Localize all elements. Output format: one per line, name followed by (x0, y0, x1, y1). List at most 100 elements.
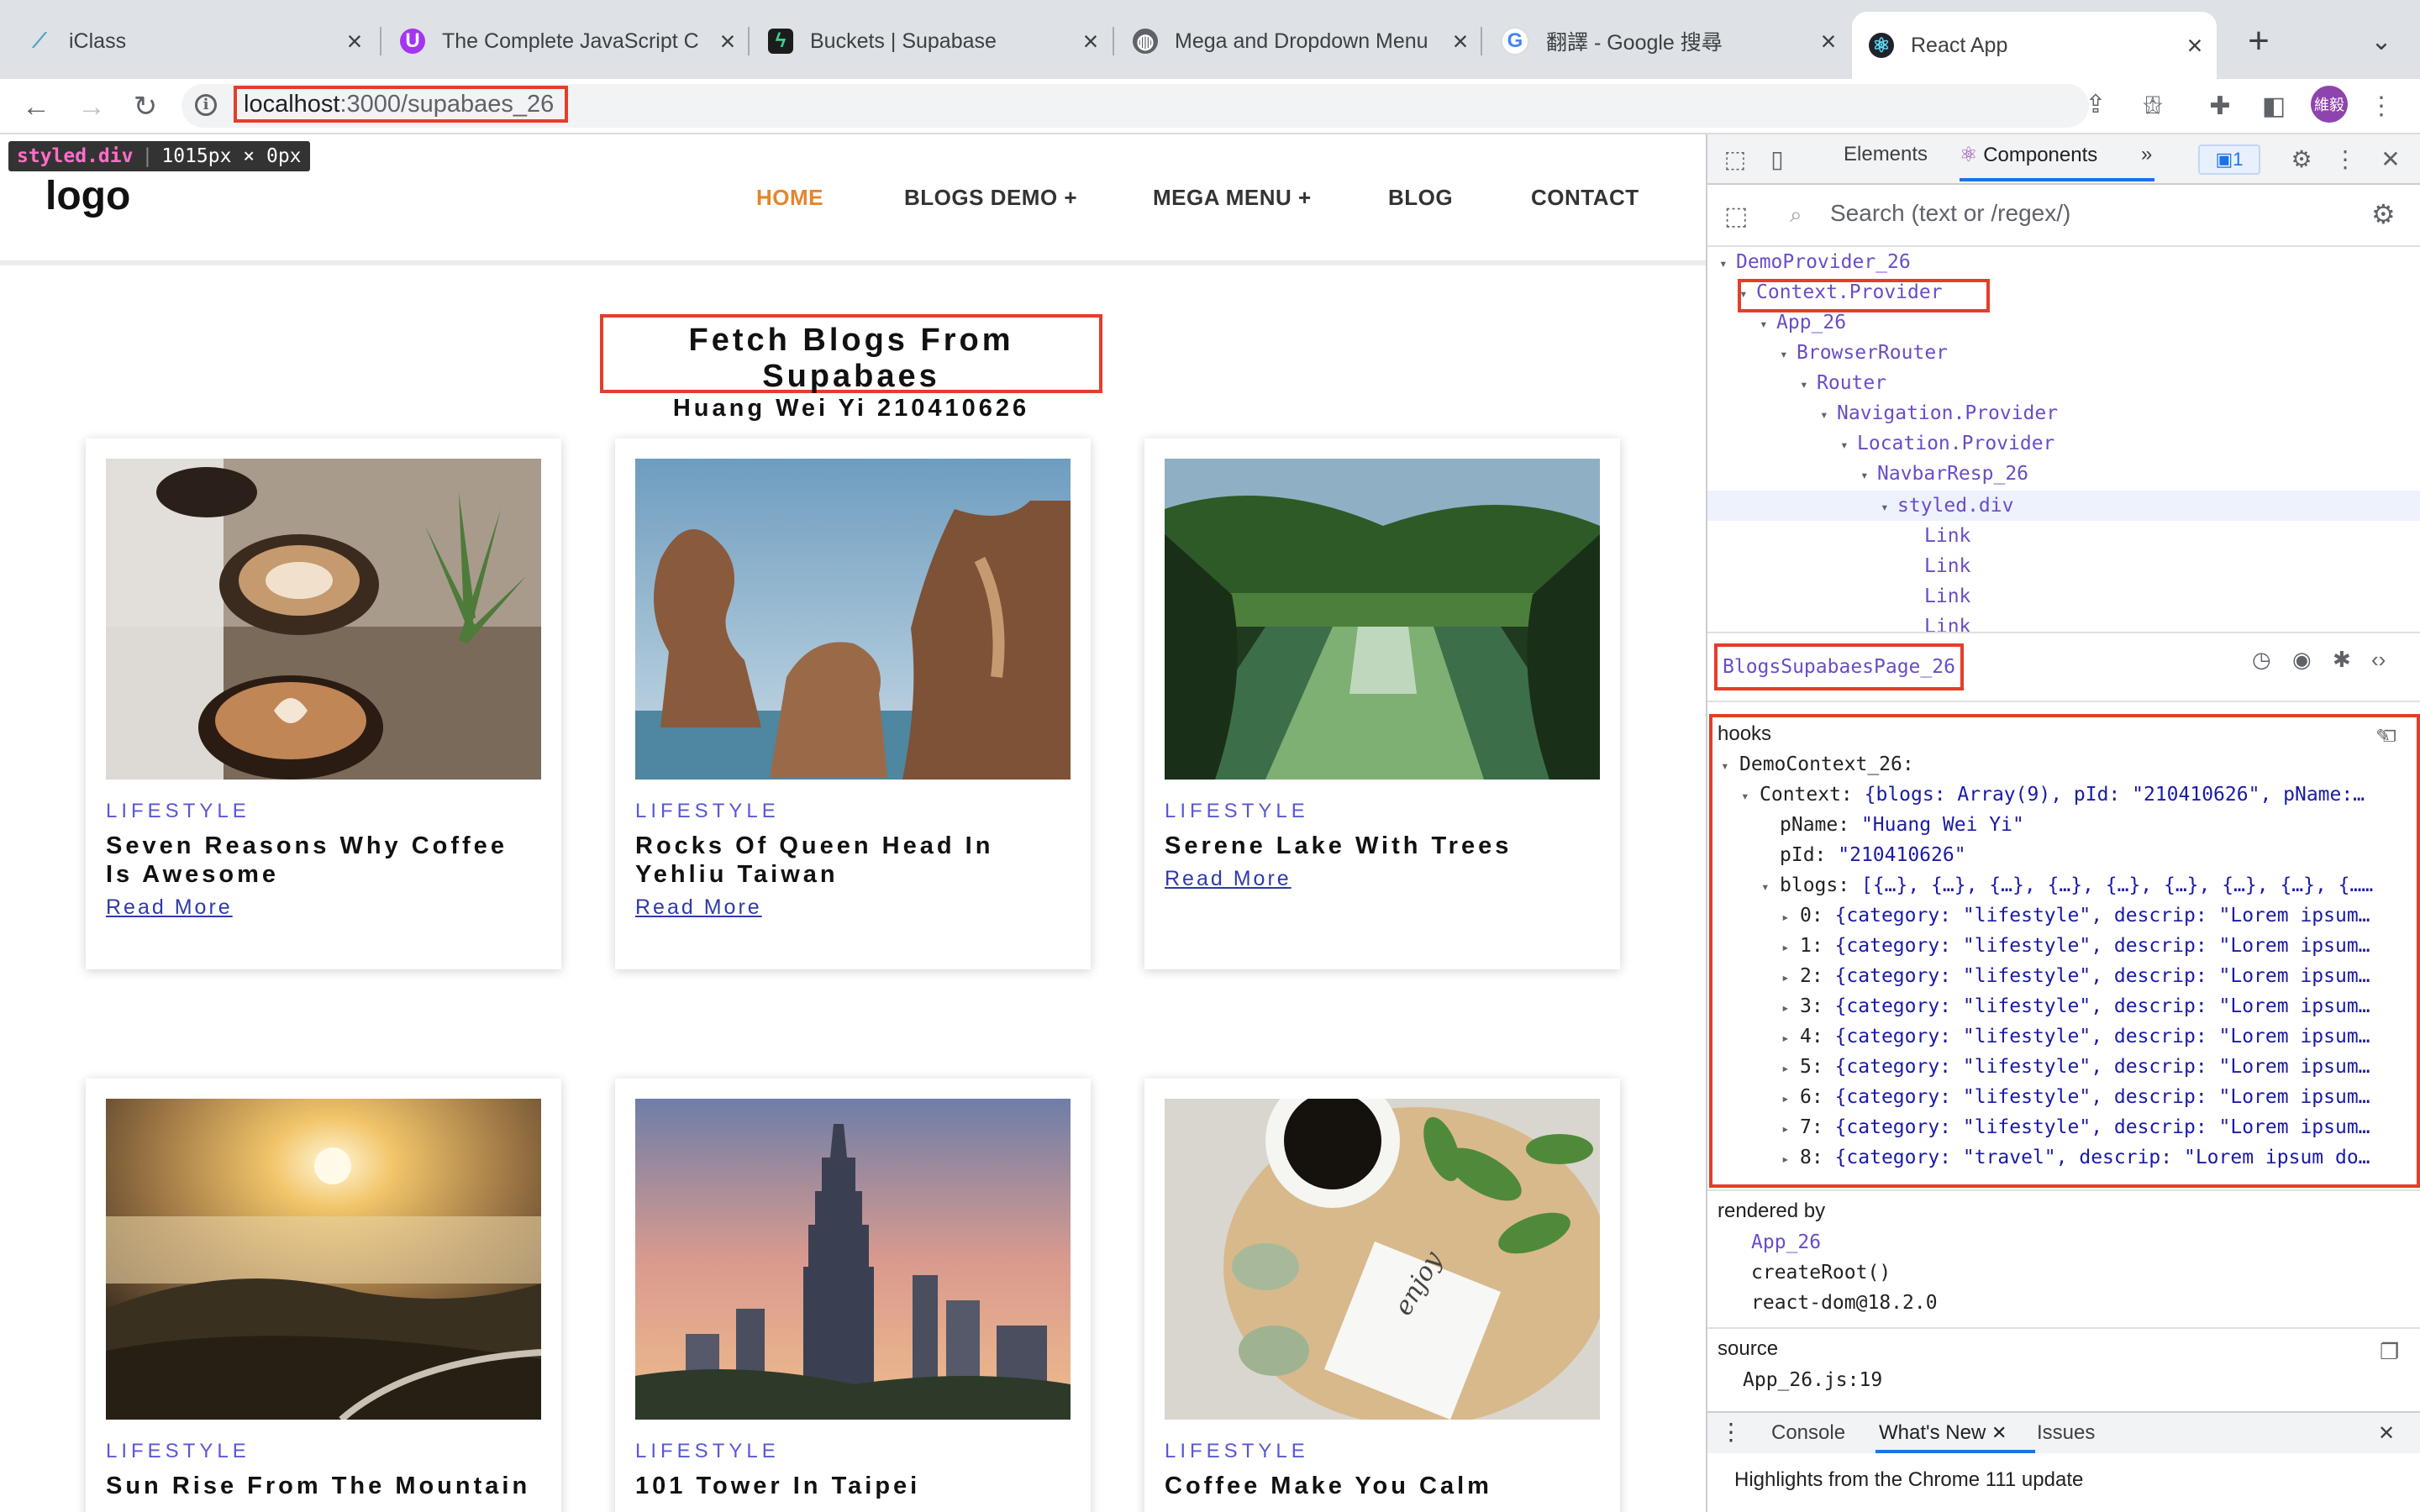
inspect-dom-eye-icon[interactable]: ◉ (2292, 647, 2312, 673)
browser-tab[interactable]: U The Complete JavaScript C × (383, 12, 750, 71)
read-more-link[interactable]: Read More (106, 895, 233, 920)
inspect-element-icon[interactable]: ⬚ (1719, 143, 1751, 175)
tree-node[interactable]: ▾ Router (1800, 368, 1886, 398)
close-drawer-icon[interactable]: ✕ (2378, 1421, 2395, 1446)
devtools-menu-icon[interactable]: ⋮ (2329, 143, 2361, 175)
nav-contact[interactable]: CONTACT (1531, 185, 1639, 211)
expand-caret-icon[interactable]: ▾ (1760, 309, 1776, 339)
expand-caret-icon[interactable]: ▾ (1820, 400, 1837, 430)
share-icon[interactable]: ⇪ (2077, 86, 2114, 123)
expand-caret-icon[interactable]: ▸ (1781, 1023, 1800, 1053)
expand-caret-icon[interactable]: ▸ (1781, 993, 1800, 1023)
nav-mega-menu[interactable]: MEGA MENU + (1153, 185, 1312, 211)
expand-caret-icon[interactable]: ▾ (1761, 872, 1780, 902)
tree-node[interactable]: ▾ Navigation.Provider (1820, 398, 2058, 428)
expand-caret-icon[interactable]: ▸ (1781, 1084, 1800, 1114)
component-settings-icon[interactable]: ⚙ (2371, 198, 2396, 230)
search-input[interactable]: Search (text or /regex/) (1830, 200, 2070, 227)
expand-caret-icon[interactable]: ▾ (1741, 781, 1760, 811)
blog-item-row[interactable]: ▸ 7: {category: "lifestyle", descrip: "Lo… (1781, 1112, 2370, 1142)
nav-home[interactable]: HOME (756, 185, 823, 211)
browser-tab[interactable]: ◍ Mega and Dropdown Menu × (1116, 12, 1482, 71)
blog-item-row[interactable]: ▸ 1: {category: "lifestyle", descrip: "Lo… (1781, 931, 2370, 961)
expand-caret-icon[interactable]: ▾ (1721, 751, 1739, 781)
close-tab-icon[interactable]: × (1812, 26, 1845, 57)
close-tab-icon[interactable]: × (338, 26, 371, 57)
expand-caret-icon[interactable]: ▾ (1840, 430, 1857, 460)
blog-item-row[interactable]: ▸ 5: {category: "lifestyle", descrip: "Lo… (1781, 1052, 2370, 1082)
tab-components[interactable]: ⚛ Components (1960, 143, 2097, 167)
tree-node[interactable]: ▾ Location.Provider (1840, 428, 2054, 459)
drawer-tab-issues[interactable]: Issues (2037, 1421, 2095, 1445)
hook-blogs-row[interactable]: ▾ blogs: [{…}, {…}, {…}, {…}, {…}, {…}, {… (1761, 870, 2373, 900)
expand-caret-icon[interactable]: ▸ (1781, 963, 1800, 993)
reload-button[interactable]: ↻ (124, 86, 166, 128)
back-button[interactable]: ← (15, 86, 57, 128)
side-panel-icon[interactable]: ◧ (2255, 87, 2292, 124)
select-component-icon[interactable]: ⬚ (1724, 202, 1748, 231)
more-tabs-button[interactable]: » (2141, 143, 2152, 166)
drawer-menu-icon[interactable]: ⋮ (1719, 1418, 1743, 1446)
nav-blogs-demo[interactable]: BLOGS DEMO + (904, 185, 1077, 211)
tree-node[interactable]: Link (1924, 551, 1970, 581)
blog-card[interactable]: LIFESTYLE Sun Rise From The Mountain (86, 1079, 561, 1512)
bookmark-star-icon[interactable]: ☆ (2134, 87, 2171, 124)
site-info-icon[interactable]: i (195, 94, 217, 116)
log-bug-icon[interactable]: ✱ (2333, 647, 2351, 673)
drawer-tab-whats-new[interactable]: What's New ✕ (1879, 1421, 2007, 1445)
rendered-by-owner[interactable]: App_26 (1751, 1231, 1821, 1253)
device-toolbar-icon[interactable]: ▯ (1761, 143, 1793, 175)
tree-node-selected[interactable]: ▾ styled.div (1881, 491, 2013, 521)
tree-node[interactable]: Link (1924, 581, 1970, 612)
expand-caret-icon[interactable]: ▸ (1781, 902, 1800, 932)
browser-tab[interactable]: G 翻譯 - Google 搜尋 × (1484, 12, 1850, 71)
expand-caret-icon[interactable]: ▸ (1781, 1053, 1800, 1084)
browser-tab-active[interactable]: ⚛ React App × (1852, 12, 2217, 79)
hook-context-row[interactable]: ▾ DemoContext_26: (1721, 749, 1914, 780)
expand-caret-icon[interactable]: ▸ (1781, 932, 1800, 963)
read-more-link[interactable]: Read More (1165, 867, 1292, 891)
tree-node[interactable]: ▾ BrowserRouter (1780, 338, 1948, 368)
copy-icon[interactable]: ❐ (2383, 722, 2396, 748)
source-file[interactable]: App_26.js:19 (1743, 1369, 1882, 1391)
chrome-menu-icon[interactable]: ⋮ (2363, 87, 2400, 124)
blog-card[interactable]: LIFESTYLE 101 Tower In Taipei (615, 1079, 1091, 1512)
tree-node[interactable]: ▾ NavbarResp_26 (1860, 459, 2028, 489)
url-highlight[interactable]: localhost:3000/supabaes_26 (234, 86, 568, 123)
forward-button[interactable]: → (71, 86, 113, 128)
tree-node[interactable]: Link (1924, 521, 1970, 551)
blog-card[interactable]: LIFESTYLE Serene Lake With Trees Read Mo… (1144, 438, 1620, 969)
expand-caret-icon[interactable]: ▾ (1800, 370, 1817, 400)
tree-node[interactable]: Link (1924, 612, 1970, 632)
blog-item-row[interactable]: ▸ 2: {category: "lifestyle", descrip: "Lo… (1781, 961, 2370, 991)
close-tab-icon[interactable]: × (2178, 30, 2212, 61)
copy-source-icon[interactable]: ❐ (2380, 1339, 2399, 1365)
expand-caret-icon[interactable]: ▸ (1781, 1114, 1800, 1144)
close-devtools-icon[interactable]: ✕ (2375, 143, 2407, 175)
close-tab-icon[interactable]: × (1074, 26, 1107, 57)
site-logo[interactable]: logo (45, 173, 130, 219)
blog-item-row[interactable]: ▸ 4: {category: "lifestyle", descrip: "Lo… (1781, 1021, 2370, 1052)
close-tab-icon[interactable]: × (711, 26, 744, 57)
expand-caret-icon[interactable]: ▾ (1719, 249, 1736, 279)
settings-gear-icon[interactable]: ⚙ (2286, 143, 2317, 175)
read-more-link[interactable]: Read More (635, 895, 762, 920)
profile-avatar[interactable]: 維毅 (2311, 86, 2348, 123)
blog-card[interactable]: LIFESTYLE Rocks Of Queen Head In Yehliu … (615, 438, 1091, 969)
issues-badge[interactable]: ▣ 1 (2198, 144, 2260, 175)
close-tab-icon[interactable]: ✕ (1991, 1422, 2007, 1443)
blog-card[interactable]: enjoy LIFESTYLE Coffee Make You Calm (1144, 1079, 1620, 1512)
expand-caret-icon[interactable]: ▾ (1881, 492, 1897, 522)
suspend-timer-icon[interactable]: ◷ (2252, 647, 2271, 673)
blog-card[interactable]: LIFESTYLE Seven Reasons Why Coffee Is Aw… (86, 438, 561, 969)
expand-caret-icon[interactable]: ▸ (1781, 1144, 1800, 1174)
tree-node[interactable]: ▾ DemoProvider_26 (1719, 247, 1911, 277)
browser-tab[interactable]: ϟ Buckets | Supabase × (751, 12, 1113, 71)
hook-context-value-row[interactable]: ▾ Context: {blogs: Array(9), pId: "210410… (1741, 780, 2365, 810)
extensions-icon[interactable]: ✚ (2202, 87, 2238, 124)
blog-item-row[interactable]: ▸ 8: {category: "travel", descrip: "Lorem… (1781, 1142, 2370, 1173)
address-bar[interactable]: i localhost:3000/supabaes_26 ⇪ (182, 84, 2107, 128)
close-tab-icon[interactable]: × (1444, 26, 1477, 57)
expand-caret-icon[interactable]: ▾ (1860, 460, 1877, 491)
blog-item-row[interactable]: ▸ 3: {category: "lifestyle", descrip: "Lo… (1781, 991, 2370, 1021)
